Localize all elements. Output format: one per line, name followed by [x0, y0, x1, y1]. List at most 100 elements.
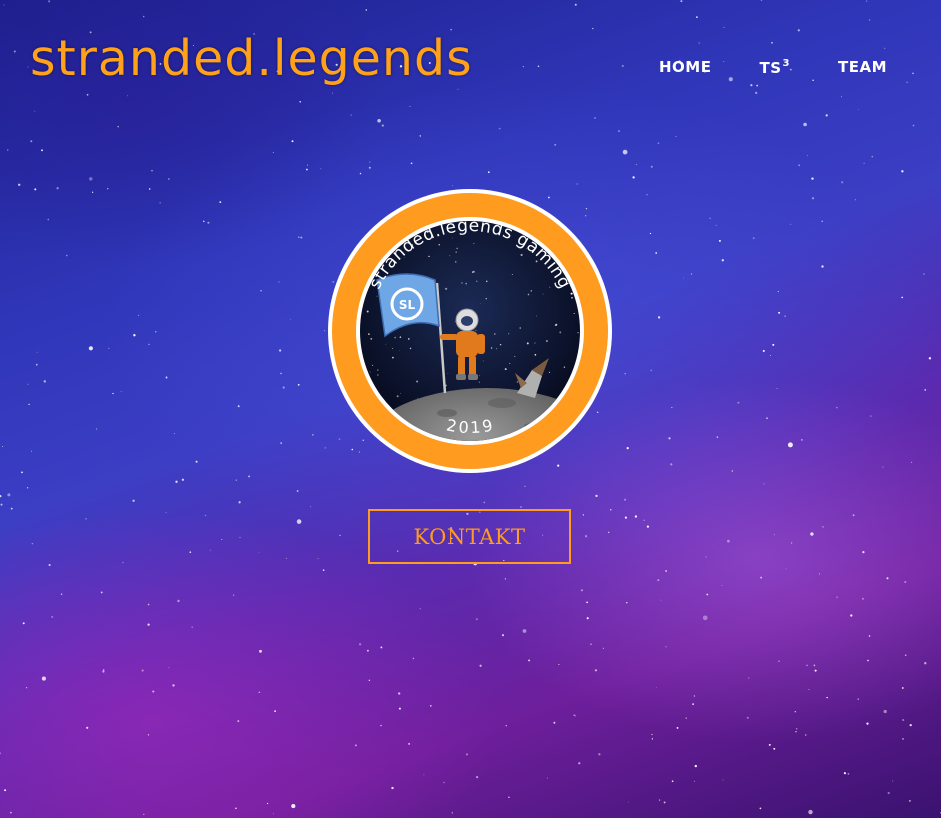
star [657, 316, 661, 319]
badge-star [391, 356, 394, 359]
star [122, 562, 124, 564]
badge-star [377, 369, 379, 371]
star [173, 433, 175, 434]
star [624, 373, 626, 375]
star [300, 236, 303, 239]
star [91, 191, 94, 193]
star [280, 372, 282, 375]
star [48, 563, 51, 567]
star [626, 601, 628, 604]
star [715, 224, 717, 226]
badge-star [520, 253, 523, 257]
star [576, 183, 578, 185]
star [868, 635, 871, 637]
star [796, 728, 798, 730]
site-logo[interactable]: stranded.legends [30, 30, 473, 87]
star [398, 692, 401, 695]
badge-star [480, 303, 482, 304]
star [693, 695, 696, 697]
star [350, 114, 352, 116]
star [148, 343, 150, 346]
star [798, 164, 801, 167]
star [826, 696, 828, 699]
badge-star [563, 366, 566, 368]
star [665, 646, 667, 648]
star [870, 415, 872, 417]
star [578, 762, 581, 765]
star [537, 65, 540, 68]
star [865, 0, 868, 2]
star [147, 623, 150, 626]
star [812, 79, 814, 82]
star [419, 608, 421, 610]
star [143, 813, 145, 815]
star [165, 376, 168, 379]
star [43, 380, 46, 383]
star [520, 506, 522, 508]
star [419, 135, 422, 137]
star [112, 392, 114, 395]
badge-star [399, 336, 402, 338]
star [752, 237, 755, 240]
star [475, 775, 479, 779]
star [871, 155, 874, 158]
star [235, 479, 237, 481]
star [296, 490, 299, 492]
star [901, 687, 904, 689]
star [168, 178, 170, 180]
star [380, 724, 382, 727]
star [368, 679, 371, 682]
badge-star [473, 243, 475, 245]
star [923, 273, 925, 275]
star [47, 218, 50, 221]
star [26, 687, 28, 689]
star [475, 618, 478, 621]
star [258, 552, 260, 554]
star [660, 599, 662, 601]
badge-star [571, 296, 573, 299]
star [221, 539, 223, 540]
star [861, 597, 865, 600]
star [108, 347, 110, 349]
badge-star [554, 324, 556, 326]
star [698, 42, 700, 44]
star [508, 796, 510, 798]
star [822, 526, 824, 528]
badge-star [548, 371, 551, 373]
star [651, 738, 654, 740]
badge-star [455, 261, 457, 263]
star [168, 667, 170, 669]
star [358, 643, 362, 646]
star [766, 417, 768, 420]
star [429, 704, 432, 707]
kontakt-button[interactable]: KONTAKT [368, 509, 571, 564]
star [501, 634, 505, 637]
star [324, 330, 326, 332]
star [237, 720, 240, 723]
nav-item-ts3[interactable]: TS3 [759, 58, 790, 77]
star [694, 764, 697, 768]
nav-item-home[interactable]: HOME [659, 58, 711, 77]
star [624, 516, 628, 519]
star [693, 780, 696, 782]
badge-star [530, 290, 533, 292]
star [117, 125, 119, 128]
star [7, 493, 11, 497]
badge-star [399, 350, 400, 352]
badge-star [385, 343, 387, 345]
nav-item-team[interactable]: TEAM [838, 58, 887, 77]
star [203, 220, 205, 223]
star [594, 117, 596, 119]
star [610, 509, 612, 511]
badge-star [483, 360, 484, 362]
star [297, 383, 300, 386]
badge-star [478, 381, 480, 383]
star [760, 0, 763, 1]
star [13, 50, 16, 53]
star [772, 343, 775, 346]
star [141, 669, 144, 672]
badge-star [573, 312, 575, 315]
badge-star [394, 336, 396, 339]
badge-star [376, 295, 378, 297]
star [27, 383, 29, 385]
